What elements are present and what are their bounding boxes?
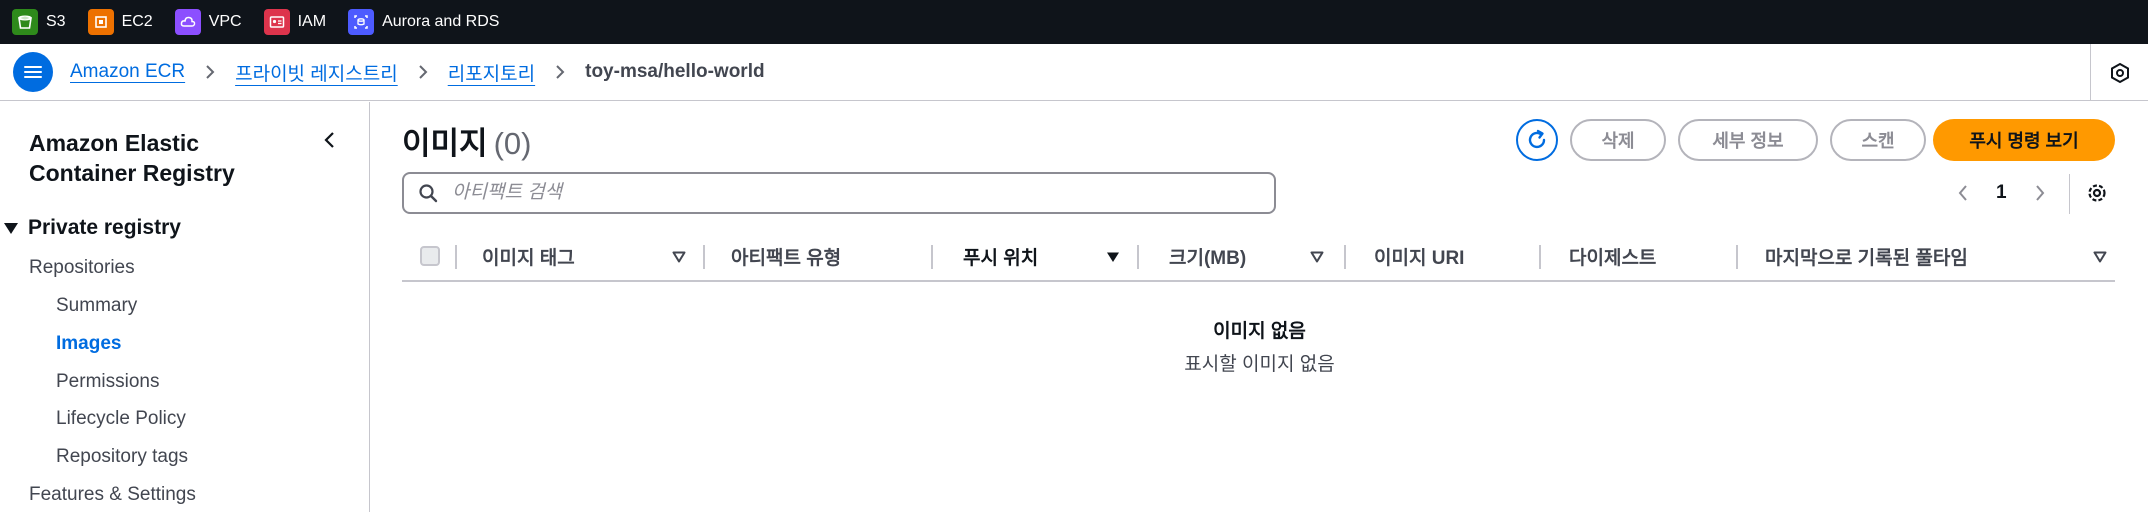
chevron-right-icon: [553, 65, 567, 79]
refresh-button[interactable]: [1516, 119, 1558, 161]
column-separator: [931, 245, 933, 269]
nav-section-label: Private registry: [28, 216, 181, 239]
nav-item-repository-tags[interactable]: Repository tags: [56, 446, 188, 468]
nav-item-permissions[interactable]: Permissions: [56, 371, 159, 393]
column-separator: [455, 245, 457, 269]
scan-button[interactable]: 스캔: [1830, 119, 1926, 161]
sort-icon[interactable]: [671, 249, 687, 265]
nav-item-images[interactable]: Images: [56, 333, 121, 355]
table-preferences-button[interactable]: [2084, 180, 2110, 206]
sort-icon[interactable]: [1309, 249, 1325, 265]
search-input[interactable]: [452, 182, 1232, 204]
select-all-checkbox[interactable]: [420, 246, 440, 266]
page-title-text: 이미지: [402, 126, 488, 161]
vpc-cloud-icon: [174, 9, 201, 35]
ec2-chip-icon: [87, 9, 114, 35]
image-count: (0): [493, 126, 532, 161]
view-push-commands-button[interactable]: 푸시 명령 보기: [1933, 119, 2115, 161]
pagination: 1: [1952, 178, 2051, 208]
help-panel-button[interactable]: [2090, 44, 2148, 101]
column-separator: [1539, 245, 1541, 269]
favorite-label: Aurora and RDS: [382, 13, 500, 30]
nav-item-summary[interactable]: Summary: [56, 295, 137, 317]
s3-bucket-icon: [12, 9, 38, 35]
nav-item-features-settings[interactable]: Features & Settings: [29, 484, 196, 506]
column-separator: [1344, 245, 1346, 269]
favorites-bar: S3 EC2 VPC IAM Aurora and RDS: [0, 0, 2148, 44]
chevron-left-icon: [1958, 185, 1967, 201]
favorite-iam[interactable]: IAM: [263, 9, 327, 35]
column-pushed-at[interactable]: 푸시 위치: [963, 232, 1038, 280]
column-artifact-type[interactable]: 아티팩트 유형: [731, 232, 841, 280]
column-last-pulled[interactable]: 마지막으로 기록된 풀타임: [1765, 232, 1968, 280]
current-page-number[interactable]: 1: [1996, 182, 2007, 204]
page-title: 이미지 (0): [402, 118, 531, 163]
chevron-right-icon: [203, 65, 217, 79]
gear-icon: [2088, 184, 2106, 202]
iam-id-card-icon: [263, 9, 290, 35]
favorite-label: IAM: [297, 13, 327, 30]
chevron-right-icon: [2035, 185, 2044, 201]
empty-state-title: 이미지 없음: [1213, 321, 1306, 342]
pager-divider: [2069, 174, 2070, 214]
refresh-icon: [1528, 129, 1546, 149]
nav-item-repositories[interactable]: Repositories: [29, 257, 135, 279]
column-separator: [703, 245, 705, 269]
column-image-uri[interactable]: 이미지 URI: [1374, 232, 1464, 280]
previous-page-button[interactable]: [1952, 182, 1974, 204]
column-separator: [1736, 245, 1738, 269]
chevron-right-icon: [416, 65, 430, 79]
table-header: 이미지 태그 아티팩트 유형 푸시 위치 크기(MB) 이미지 URI 다이제스…: [402, 232, 2115, 282]
sort-descending-icon[interactable]: [1105, 249, 1121, 265]
breadcrumb-bar: Amazon ECR 프라이빗 레지스트리 리포지토리 toy-msa/hell…: [0, 44, 2148, 101]
details-button[interactable]: 세부 정보: [1678, 119, 1818, 161]
breadcrumb-current: toy-msa/hello-world: [585, 61, 765, 82]
favorite-s3[interactable]: S3: [12, 9, 66, 35]
favorite-label: VPC: [208, 13, 242, 30]
caret-down-icon: [4, 222, 18, 234]
side-navigation: Amazon Elastic Container Registry Privat…: [0, 102, 370, 512]
main-content: 이미지(0) 삭제 세부 정보 스캔 푸시 명령 보기 1: [371, 102, 2148, 512]
favorite-ec2[interactable]: EC2: [87, 9, 153, 35]
nav-section-private-registry[interactable]: Private registry: [4, 216, 181, 240]
delete-button[interactable]: 삭제: [1570, 119, 1666, 161]
breadcrumb-repositories[interactable]: 리포지토리: [448, 59, 535, 86]
hexagon-info-icon: [2110, 62, 2129, 83]
chevron-left-icon: [324, 132, 334, 148]
artifact-search[interactable]: [402, 172, 1276, 214]
favorite-label: EC2: [121, 13, 153, 30]
favorite-aurora-rds[interactable]: Aurora and RDS: [348, 9, 499, 35]
breadcrumb-private-registry[interactable]: 프라이빗 레지스트리: [235, 59, 398, 86]
hamburger-icon: [24, 64, 42, 81]
sort-icon[interactable]: [2092, 249, 2108, 265]
column-image-tag[interactable]: 이미지 태그: [482, 232, 575, 280]
collapse-nav-button[interactable]: [318, 128, 342, 152]
search-icon: [419, 184, 438, 203]
favorite-label: S3: [46, 13, 66, 30]
column-digest[interactable]: 다이제스트: [1569, 232, 1656, 280]
favorite-vpc[interactable]: VPC: [174, 9, 242, 35]
breadcrumb: Amazon ECR 프라이빗 레지스트리 리포지토리 toy-msa/hell…: [70, 59, 765, 86]
breadcrumb-amazon-ecr[interactable]: Amazon ECR: [70, 61, 185, 83]
nav-service-title[interactable]: Amazon Elastic Container Registry: [29, 128, 309, 188]
menu-button[interactable]: [13, 52, 53, 92]
empty-state-description: 표시할 이미지 없음: [1184, 354, 1335, 375]
column-size-mb[interactable]: 크기(MB): [1169, 232, 1246, 280]
next-page-button[interactable]: [2029, 182, 2051, 204]
column-separator: [1137, 245, 1139, 269]
rds-database-icon: [348, 9, 375, 35]
nav-item-lifecycle-policy[interactable]: Lifecycle Policy: [56, 408, 186, 430]
